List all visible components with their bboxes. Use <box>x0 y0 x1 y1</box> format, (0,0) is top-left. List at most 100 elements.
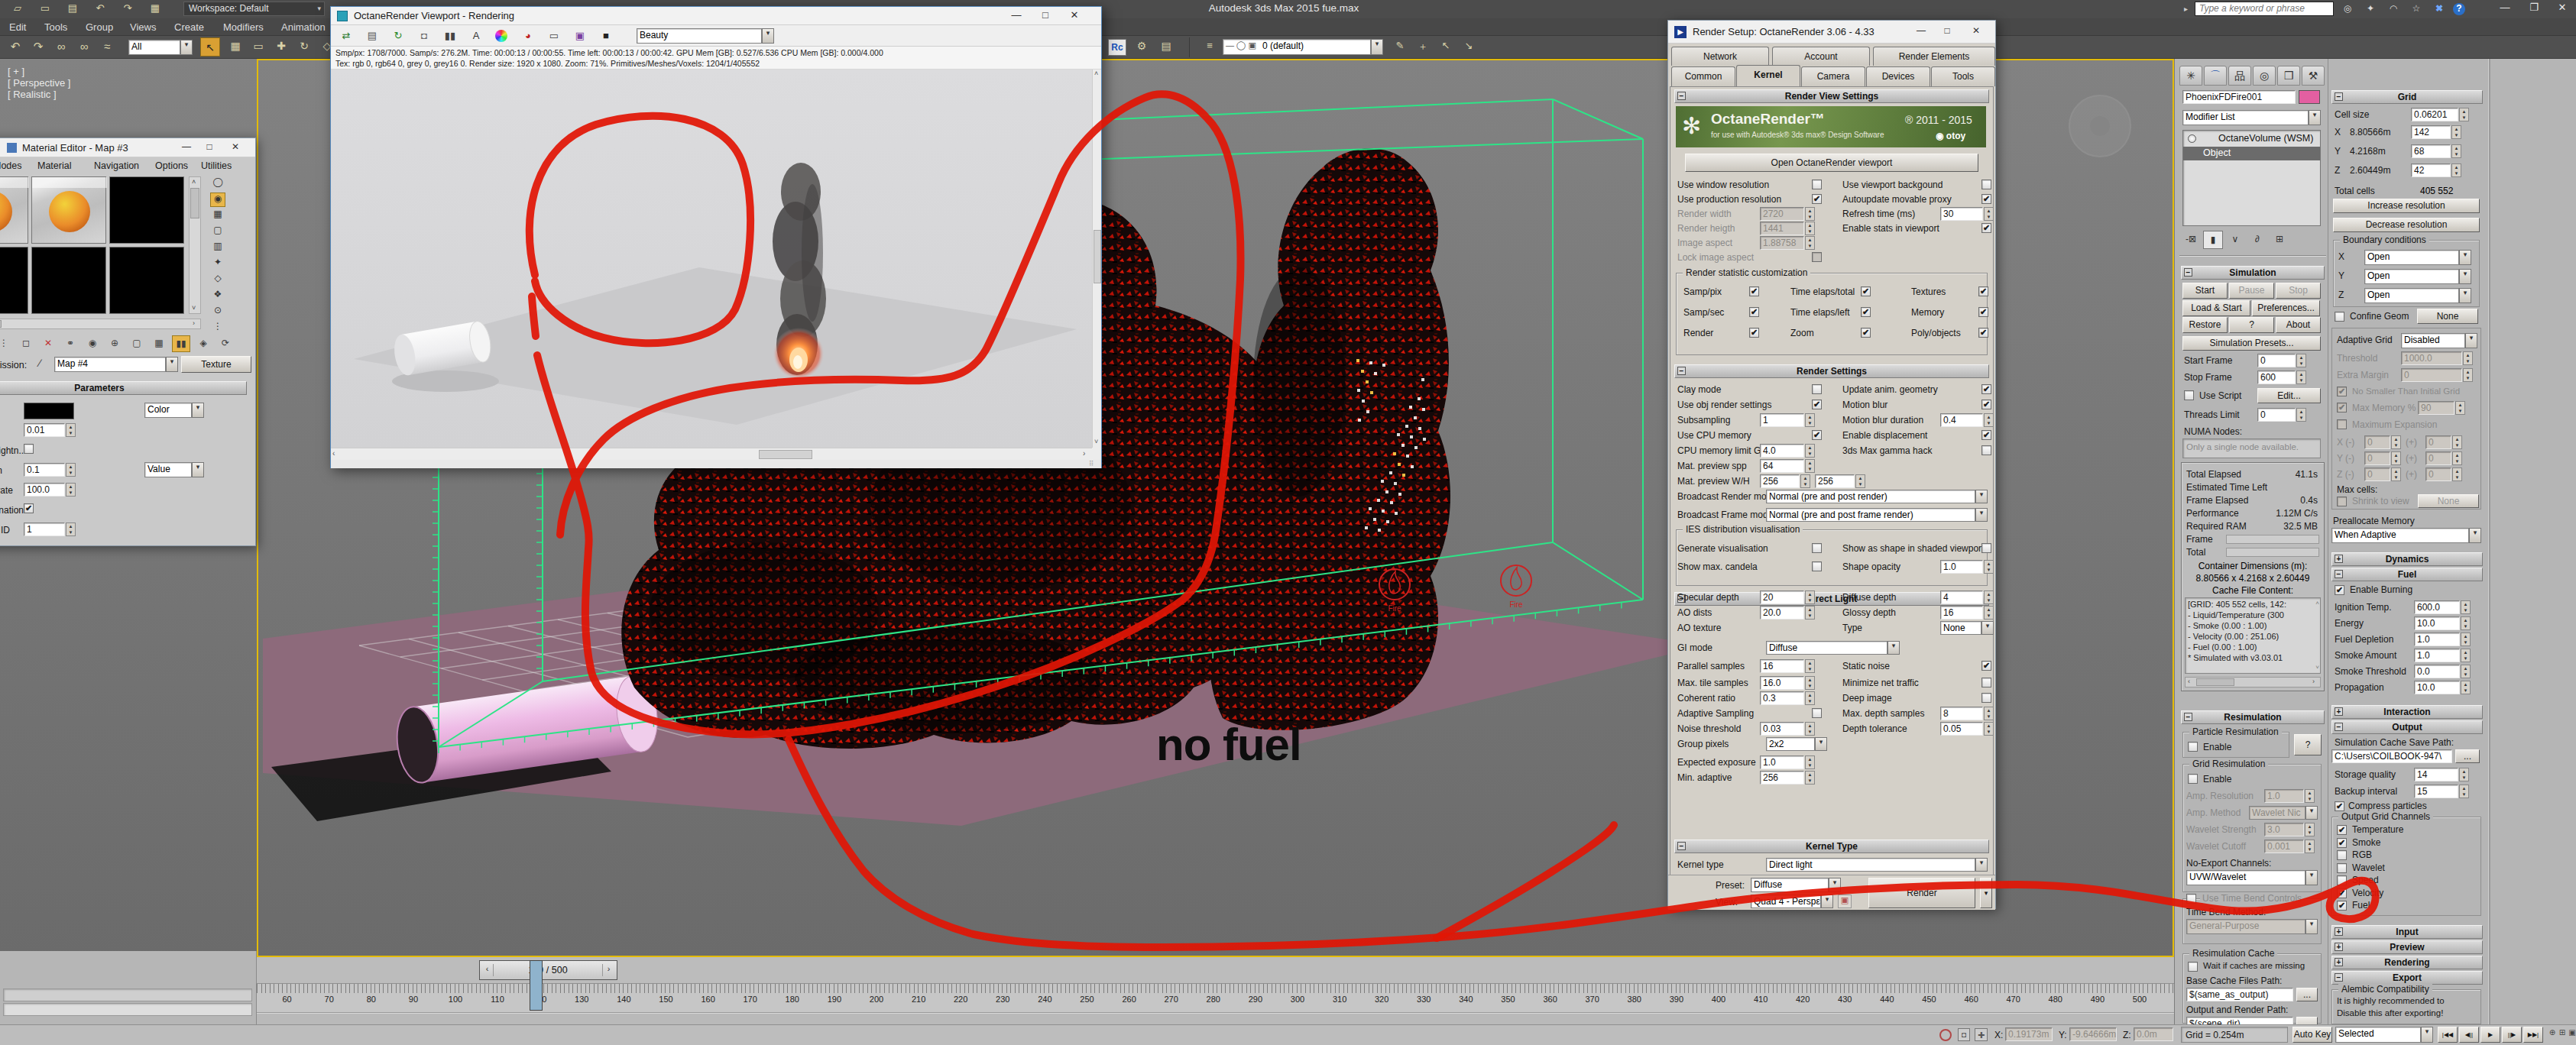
maxscript-listener-line1[interactable] <box>3 988 252 1001</box>
tab-network[interactable]: Network <box>1671 47 1769 66</box>
exchange-icon[interactable]: ✖ <box>2430 3 2448 15</box>
timebend-method-dropdown[interactable]: General-Purpose▾ <box>2186 919 2318 934</box>
spinner[interactable]: ▲▼ <box>66 463 76 477</box>
zoom-region-icon[interactable]: ⊞ <box>2558 1028 2567 1041</box>
cache-hscrollbar[interactable]: ‹› <box>2185 677 2321 688</box>
open-octane-viewport-button[interactable]: Open OctaneRender viewport <box>1685 154 1978 172</box>
assign-material-icon[interactable]: ◻ <box>17 335 35 352</box>
threshold-field[interactable]: 1000.0 <box>2401 351 2462 365</box>
parallel-samples-field[interactable]: 16 <box>1760 659 1804 673</box>
no-smaller-checkbox[interactable]: ✔ <box>2337 387 2347 396</box>
menu-views[interactable]: Views <box>130 21 156 33</box>
rollout-toggle-icon[interactable]: + <box>2335 555 2343 563</box>
min-adaptive-field[interactable]: 256 <box>1760 771 1804 785</box>
search-expand-icon[interactable]: ▸ <box>2184 5 2188 13</box>
samp-pix-checkbox[interactable]: ✔ <box>1749 286 1759 296</box>
mat-slots-vscrollbar[interactable]: ˄˅ <box>189 176 201 314</box>
key-icon[interactable]: ✦ <box>2361 3 2380 15</box>
render-button[interactable]: Render <box>1868 878 1975 908</box>
enable-displacement-checkbox[interactable]: ✔ <box>1981 430 1991 440</box>
video-color-check-icon[interactable]: ▥ <box>210 241 225 255</box>
time-elaps-total-checkbox[interactable]: ✔ <box>1861 286 1871 296</box>
window-crossing-icon[interactable]: ▭ <box>249 40 267 55</box>
dropdown-arrow-icon[interactable]: ▾ <box>762 28 774 44</box>
spinner[interactable]: ▲▼ <box>1805 691 1815 705</box>
modifier-list-dropdown[interactable]: Modifier List▾ <box>2182 110 2321 125</box>
material-map-navigator-icon[interactable]: ⊙ <box>210 305 225 319</box>
channel-temperature-checkbox[interactable]: ✔ <box>2337 825 2347 835</box>
clay-mode-checkbox[interactable] <box>1812 384 1822 394</box>
spinner[interactable]: ▲▼ <box>2452 451 2462 465</box>
expansion-field[interactable]: 0 <box>2364 451 2390 465</box>
scroll-right-icon[interactable]: › <box>1083 449 1085 458</box>
camera-icon[interactable]: ▣ <box>571 28 589 44</box>
material-slot[interactable] <box>0 176 28 244</box>
selected-set-dropdown[interactable]: Selected▾ <box>2335 1027 2433 1043</box>
dropdown-arrow-icon[interactable]: ▾ <box>1371 39 1383 55</box>
redo-icon[interactable]: ↷ <box>118 2 138 16</box>
scroll-thumb[interactable] <box>0 320 2 328</box>
scroll-up-icon[interactable]: ˄ <box>1094 70 1098 77</box>
scroll-down-icon[interactable]: ˅ <box>192 304 196 312</box>
dropdown-arrow-icon[interactable]: ▾ <box>1975 858 1988 872</box>
octane-hscrollbar[interactable]: ‹› <box>331 448 1092 460</box>
text-overlay-icon[interactable]: A <box>467 28 485 44</box>
param-distribution-field[interactable]: 0.1 <box>24 463 65 477</box>
dropdown-arrow-icon[interactable]: ▾ <box>2421 1027 2433 1043</box>
spinner[interactable]: ▲▼ <box>2459 785 2469 798</box>
spinner[interactable]: ▲▼ <box>2305 789 2315 803</box>
background-icon[interactable]: ▦ <box>210 209 225 223</box>
time-slider[interactable]: ‹119 / 500› <box>479 960 617 980</box>
dropdown-arrow-icon[interactable]: ▾ <box>1815 737 1827 751</box>
spinner[interactable]: ▲▼ <box>1984 590 1994 604</box>
stack-item-object[interactable]: Object <box>2183 147 2320 160</box>
play-button[interactable]: ▶ <box>2480 1027 2500 1043</box>
threads-limit-field[interactable]: 0 <box>2257 408 2296 422</box>
motion-blur-checkbox[interactable]: ✔ <box>1981 400 1991 409</box>
param-sampling-rate-field[interactable]: 100.0 <box>24 483 65 497</box>
undo-icon[interactable]: ↶ <box>90 2 110 16</box>
max-memory-field[interactable]: 90 <box>2418 401 2454 415</box>
wavelet-strength-field[interactable]: 3.0 <box>2264 823 2304 836</box>
workspace-dropdown[interactable]: Workspace: Default▾ <box>183 2 325 16</box>
help-icon[interactable]: ? <box>2453 3 2465 15</box>
sample-uv-icon[interactable]: ▮▮ <box>172 335 190 352</box>
render-classic-icon[interactable]: Rc <box>1108 39 1126 56</box>
dropdown-arrow-icon[interactable]: ▾ <box>2305 919 2318 934</box>
mat-preview-spp-field[interactable]: 64 <box>1760 459 1804 473</box>
depth-tolerance-field[interactable]: 0.05 <box>1940 722 1983 736</box>
sim-restore-button[interactable]: Restore <box>2182 317 2228 333</box>
spinner[interactable]: ▲▼ <box>1984 560 1994 574</box>
memory-checkbox[interactable]: ✔ <box>1978 307 1988 317</box>
time-elaps-left-checkbox[interactable]: ✔ <box>1861 307 1871 317</box>
render-view-settings-bar[interactable]: Render View Settings− <box>1674 89 1989 103</box>
edit-script-button[interactable]: Edit... <box>2257 388 2321 403</box>
expected-exposure-field[interactable]: 1.0 <box>1760 755 1804 769</box>
sample-type-icon[interactable]: ◯ <box>210 176 225 191</box>
parameters-rollout-bar[interactable]: Parameters− <box>0 381 247 395</box>
spinner[interactable]: ▲▼ <box>1805 676 1815 690</box>
preset-dropdown[interactable]: Diffuse▾ <box>1751 878 1841 892</box>
use-viewport-backgound-checkbox[interactable] <box>1981 180 1991 189</box>
spinner[interactable]: ▲▼ <box>1800 474 1810 488</box>
link-icon[interactable]: ∞ <box>52 40 70 55</box>
pick-layer-icon[interactable]: ↘ <box>1460 40 1478 55</box>
spinner[interactable]: ▲▼ <box>2296 370 2306 384</box>
decrease-resolution-button[interactable]: Decrease resolution <box>2333 218 2480 232</box>
param-surface-brightn-checkbox[interactable] <box>24 444 34 454</box>
rollout-toggle-icon[interactable]: − <box>1677 367 1686 375</box>
isolate-icon[interactable] <box>1939 1029 1952 1041</box>
spinner[interactable]: ▲▼ <box>2305 823 2315 836</box>
select-by-layer-icon[interactable]: ↖ <box>1437 40 1455 55</box>
dropdown-arrow-icon[interactable]: ▾ <box>1975 508 1988 522</box>
dropdown-arrow-icon[interactable]: ▾ <box>2305 870 2318 885</box>
spinner[interactable]: ▲▼ <box>2296 408 2306 422</box>
texture-swatch[interactable] <box>24 403 74 419</box>
channel-smoke-checkbox[interactable]: ✔ <box>2337 838 2347 848</box>
menu-create[interactable]: Create <box>174 21 204 33</box>
scroll-thumb[interactable] <box>2196 678 2234 686</box>
tab-camera[interactable]: Camera <box>1801 66 1865 86</box>
eyedropper-icon[interactable]: ∕ <box>39 357 41 369</box>
mat-menu-navigation[interactable]: Navigation <box>94 160 139 171</box>
minimize-button[interactable]: — <box>177 141 196 154</box>
